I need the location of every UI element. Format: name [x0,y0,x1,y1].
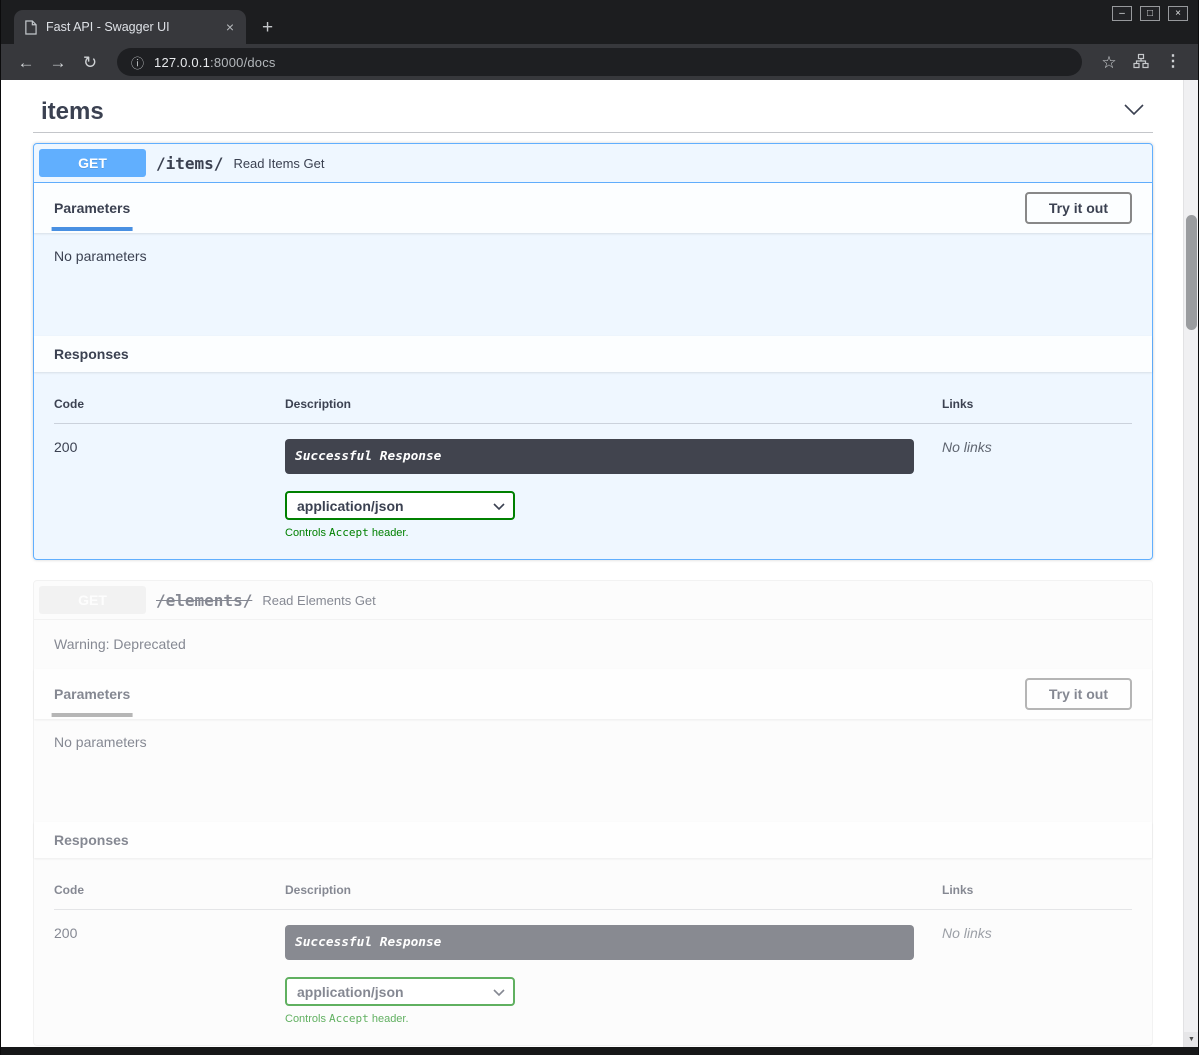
browser-window: Fast API - Swagger UI × + – □ × ← → ↻ ⓘ … [0,0,1199,1055]
window-titlebar: Fast API - Swagger UI × + – □ × [1,0,1198,44]
tag-section-header[interactable]: items [33,88,1153,133]
response-code: 200 [54,439,285,539]
tab-groups-icon[interactable] [1128,53,1154,72]
site-info-icon[interactable]: ⓘ [131,53,144,72]
responses-table-head: Code Description Links [54,883,1132,910]
links-column-header: Links [942,883,1132,909]
window-controls: – □ × [1112,6,1188,21]
browser-menu-icon[interactable]: ⋮ [1160,54,1186,70]
back-icon[interactable]: ← [13,54,39,71]
operation-summary[interactable]: GET /items/ Read Items Get [34,144,1152,183]
try-it-out-button[interactable]: Try it out [1025,192,1132,224]
accept-note-suffix: header. [369,1013,409,1025]
responses-table: Code Description Links 200 Successful Re… [34,372,1152,559]
opblock-get-elements-deprecated: GET /elements/ Read Elements Get Warning… [33,580,1153,1046]
accept-note-prefix: Controls [285,527,329,539]
parameters-header: Parameters Try it out [34,669,1152,719]
responses-header: Responses [34,336,1152,372]
response-description: Successful Response [285,439,914,474]
try-it-out-button[interactable]: Try it out [1025,678,1132,710]
browser-tab[interactable]: Fast API - Swagger UI × [14,10,246,44]
close-icon: × [1175,9,1181,19]
operation-path: /items/ [146,154,233,173]
bookmark-star-icon[interactable]: ☆ [1096,54,1122,71]
method-badge: GET [39,586,146,614]
media-type-value: application/json [297,498,404,514]
response-links: No links [942,439,1132,539]
responses-title: Responses [54,832,129,848]
deprecated-warning: Warning: Deprecated [34,620,1152,669]
accept-header-note: Controls Accept header. [285,1012,914,1025]
tab-parameters[interactable]: Parameters [54,686,130,702]
response-links: No links [942,925,1132,1025]
no-parameters-text: No parameters [34,719,1152,822]
links-column-header: Links [942,397,1132,423]
scrollbar-thumb[interactable] [1186,215,1197,330]
maximize-button[interactable]: □ [1140,6,1160,21]
responses-table: Code Description Links 200 Successful Re… [34,858,1152,1045]
operation-path: /elements/ [146,591,262,610]
method-badge: GET [39,149,146,177]
scroll-down-icon: ▼ [1188,1036,1195,1043]
description-column-header: Description [285,883,942,909]
minimize-button[interactable]: – [1112,6,1132,21]
code-column-header: Code [54,883,285,909]
no-parameters-text: No parameters [34,233,1152,336]
reload-icon[interactable]: ↻ [77,54,103,71]
browser-toolbar: ← → ↻ ⓘ 127.0.0.1:8000/docs ☆ ⋮ [1,44,1198,80]
media-type-select[interactable]: application/json [285,977,515,1006]
media-type-value: application/json [297,984,404,1000]
operation-summary-text: Read Items Get [233,156,324,171]
url-text: 127.0.0.1:8000/docs [154,55,276,70]
accept-header-note: Controls Accept header. [285,526,914,539]
url-host: 127.0.0.1 [154,55,210,70]
code-column-header: Code [54,397,285,423]
tab-title: Fast API - Swagger UI [46,20,215,34]
address-bar[interactable]: ⓘ 127.0.0.1:8000/docs [117,48,1082,76]
chevron-down-icon [493,984,505,1000]
responses-header: Responses [34,822,1152,858]
response-row: 200 Successful Response application/json… [54,910,1132,1025]
parameters-header: Parameters Try it out [34,183,1152,233]
description-column-header: Description [285,397,942,423]
close-button[interactable]: × [1168,6,1188,21]
accept-note-code: Accept [329,526,369,539]
operation-summary-text: Read Elements Get [262,593,375,608]
tab-close-icon[interactable]: × [224,19,236,35]
page-content: items GET /items/ Read Items Get Paramet… [1,80,1198,1055]
accept-note-code: Accept [329,1012,369,1025]
operation-summary[interactable]: GET /elements/ Read Elements Get [34,581,1152,620]
accept-note-prefix: Controls [285,1013,329,1025]
response-description: Successful Response [285,925,914,960]
opblock-get-items: GET /items/ Read Items Get Parameters Tr… [33,143,1153,560]
chevron-down-icon [493,498,505,514]
url-path: :8000/docs [210,55,276,70]
tab-parameters[interactable]: Parameters [54,200,130,216]
minimize-icon: – [1119,9,1125,19]
collapse-chevron-down-icon[interactable] [1123,103,1145,122]
page-favicon-icon [24,20,37,35]
new-tab-button[interactable]: + [262,18,273,37]
maximize-icon: □ [1147,9,1153,19]
accept-note-suffix: header. [369,527,409,539]
swagger-ui: items GET /items/ Read Items Get Paramet… [1,80,1183,1047]
scrollbar[interactable]: ▼ [1183,80,1198,1047]
responses-table-head: Code Description Links [54,397,1132,424]
tag-title: items [41,98,104,126]
responses-title: Responses [54,346,129,362]
media-type-select[interactable]: application/json [285,491,515,520]
response-row: 200 Successful Response application/json… [54,424,1132,539]
forward-icon[interactable]: → [45,54,71,71]
scroll-down-button[interactable]: ▼ [1184,1032,1198,1047]
response-code: 200 [54,925,285,1025]
